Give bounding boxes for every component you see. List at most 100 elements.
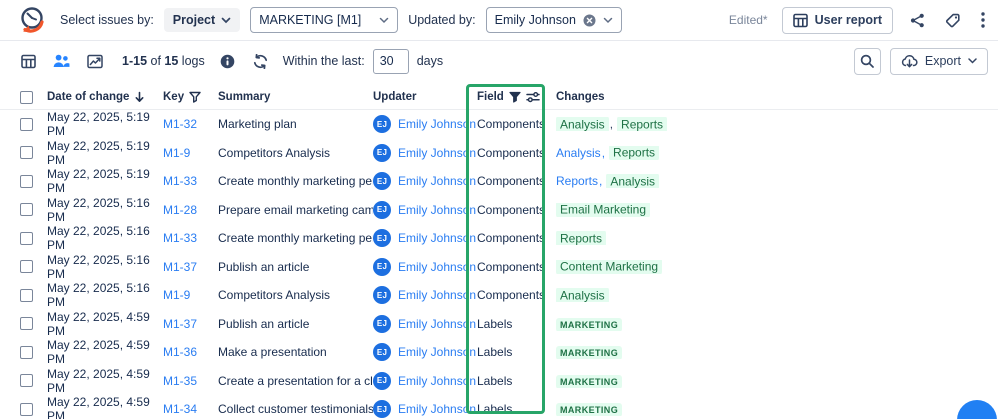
table-row: May 22, 2025, 4:59 PM M1-35 Create a pre… — [0, 367, 998, 396]
row-field: Components — [477, 117, 546, 132]
change-value: Reports — [617, 117, 668, 132]
row-date: May 22, 2025, 5:16 PM — [47, 252, 150, 281]
row-checkbox[interactable] — [20, 317, 33, 331]
label-tag-button[interactable] — [942, 10, 964, 31]
avatar: EJ — [373, 400, 391, 419]
search-button[interactable] — [853, 47, 881, 75]
row-updater[interactable]: Emily Johnson — [398, 203, 476, 217]
table-toolbar: 1-15 of 15 logs Within the last: 30 days… — [0, 41, 998, 81]
row-updater[interactable]: Emily Johnson — [398, 146, 476, 160]
row-updater[interactable]: Emily Johnson — [398, 260, 476, 274]
change-value: Reports — [556, 174, 599, 189]
avatar: EJ — [373, 343, 391, 362]
updated-by-select[interactable]: Emily Johnson — [485, 7, 622, 33]
more-options-button[interactable] — [978, 9, 988, 31]
sort-descending-icon[interactable] — [134, 91, 145, 103]
row-key[interactable]: M1-9 — [163, 146, 190, 160]
export-button[interactable]: Export — [889, 47, 988, 75]
row-key[interactable]: M1-37 — [163, 317, 197, 331]
row-checkbox[interactable] — [20, 203, 33, 217]
chevron-down-icon — [968, 58, 977, 64]
change-value: MARKETING — [556, 374, 623, 388]
change-value: MARKETING — [556, 317, 623, 331]
row-field: Components — [477, 145, 546, 160]
days-input[interactable] — [372, 48, 409, 74]
row-key[interactable]: M1-32 — [163, 117, 197, 131]
info-button[interactable] — [217, 51, 238, 72]
row-key[interactable]: M1-33 — [163, 231, 197, 245]
change-value: Analysis — [556, 288, 609, 303]
row-updater[interactable]: Emily Johnson — [398, 317, 476, 331]
row-checkbox[interactable] — [20, 288, 33, 302]
row-checkbox[interactable] — [20, 146, 33, 160]
chart-view-button[interactable] — [84, 51, 106, 72]
row-updater[interactable]: Emily Johnson — [398, 231, 476, 245]
row-date: May 22, 2025, 4:59 PM — [47, 366, 150, 395]
table-view-button[interactable] — [18, 51, 39, 72]
clear-selection-icon[interactable] — [583, 14, 596, 27]
filter-funnel-icon[interactable] — [189, 91, 201, 103]
row-checkbox[interactable] — [20, 374, 33, 388]
filter-funnel-active-icon[interactable] — [509, 91, 521, 103]
select-all-checkbox[interactable] — [20, 90, 33, 104]
row-date: May 22, 2025, 5:19 PM — [47, 138, 150, 167]
row-changes: Analysis — [556, 288, 998, 303]
table-row: May 22, 2025, 5:16 PM M1-33 Create month… — [0, 224, 998, 253]
row-updater[interactable]: Emily Johnson — [398, 402, 476, 416]
export-label: Export — [924, 54, 961, 68]
row-field: Components — [477, 259, 546, 274]
users-view-button[interactable] — [50, 51, 73, 71]
share-icon — [910, 13, 925, 28]
row-key[interactable]: M1-37 — [163, 260, 197, 274]
change-value: Analysis — [556, 117, 609, 132]
row-key[interactable]: M1-9 — [163, 288, 190, 302]
row-checkbox[interactable] — [20, 345, 33, 359]
filter-settings-sliders-icon[interactable] — [526, 91, 540, 103]
row-checkbox[interactable] — [20, 117, 33, 131]
row-checkbox[interactable] — [20, 402, 33, 416]
row-changes: Content Marketing — [556, 259, 998, 274]
avatar: EJ — [373, 143, 391, 162]
row-key[interactable]: M1-35 — [163, 374, 197, 388]
select-issues-by-label: Select issues by: — [60, 13, 154, 27]
search-icon — [860, 54, 875, 68]
table-row: May 22, 2025, 4:59 PM M1-34 Collect cust… — [0, 395, 998, 419]
logs-count: 1-15 of 15 logs — [122, 54, 205, 68]
project-select[interactable]: MARKETING [M1] — [250, 7, 399, 33]
row-updater[interactable]: Emily Johnson — [398, 174, 476, 188]
row-checkbox[interactable] — [20, 260, 33, 274]
share-button[interactable] — [907, 10, 928, 31]
row-updater[interactable]: Emily Johnson — [398, 345, 476, 359]
row-field: Labels — [477, 373, 513, 388]
change-value: Analysis — [606, 174, 660, 189]
row-checkbox[interactable] — [20, 231, 33, 245]
issue-mode-dropdown[interactable]: Project — [163, 8, 241, 32]
row-checkbox[interactable] — [20, 174, 33, 188]
row-changes: Analysis, Reports — [556, 117, 998, 132]
refresh-button[interactable] — [250, 51, 271, 72]
row-key[interactable]: M1-34 — [163, 402, 197, 416]
user-report-button[interactable]: User report — [781, 6, 893, 34]
row-updater[interactable]: Emily Johnson — [398, 288, 476, 302]
table-row: May 22, 2025, 5:16 PM M1-28 Prepare emai… — [0, 196, 998, 225]
header-summary: Summary — [218, 91, 271, 103]
within-last-label: Within the last: — [282, 54, 365, 68]
change-value: MARKETING — [556, 346, 623, 360]
logs-suffix: logs — [178, 54, 205, 68]
row-updater[interactable]: Emily Johnson — [398, 117, 476, 131]
change-value: Reports — [609, 145, 660, 160]
row-field: Labels — [477, 402, 513, 417]
tag-icon — [945, 13, 961, 28]
row-key[interactable]: M1-36 — [163, 345, 197, 359]
row-key[interactable]: M1-33 — [163, 174, 197, 188]
chevron-down-icon[interactable] — [603, 17, 613, 24]
row-summary: Create monthly marketing performan... — [218, 174, 373, 189]
updated-by-value: Emily Johnson — [494, 13, 576, 27]
logs-range: 1-15 — [122, 54, 148, 68]
header-date: Date of change — [47, 91, 130, 103]
row-updater[interactable]: Emily Johnson — [398, 374, 476, 388]
kebab-menu-icon — [981, 12, 985, 28]
row-key[interactable]: M1-28 — [163, 203, 197, 217]
row-date: May 22, 2025, 5:16 PM — [47, 281, 150, 310]
updated-by-label: Updated by: — [408, 13, 476, 27]
